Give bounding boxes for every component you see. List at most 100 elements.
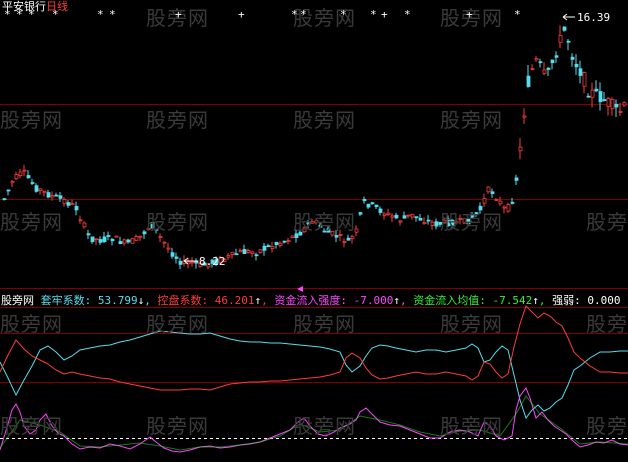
- trend-up-icon: ↑: [532, 294, 539, 307]
- candle-body: [350, 236, 355, 239]
- chart-title: 平安银行日线: [2, 0, 68, 13]
- candle-body: [94, 238, 99, 241]
- candle-body: [382, 213, 387, 216]
- strength-value: 0.000: [587, 294, 621, 307]
- candle-body: [542, 69, 547, 74]
- candle-body: [86, 233, 91, 236]
- watermark: 股旁网: [0, 108, 63, 132]
- watermark: 股旁网: [0, 414, 63, 438]
- fund-inflow-intensity-label: 资金流入强度:: [274, 294, 347, 307]
- high-price-label: 16.39: [577, 11, 610, 24]
- candle-body: [518, 146, 523, 152]
- watermark: 股旁网: [440, 414, 503, 438]
- signal-star-icon: *: [404, 8, 411, 21]
- candle-body: [614, 103, 619, 108]
- candle-body: [334, 235, 339, 238]
- signal-plus-icon: +: [238, 8, 245, 21]
- watermark: 股旁网: [293, 210, 356, 234]
- candle-body: [66, 202, 71, 206]
- fund-inflow-mean-value: -7.542: [492, 294, 533, 307]
- candle-body: [254, 254, 259, 257]
- watermark: 股旁网: [293, 414, 356, 438]
- candle-body: [366, 203, 371, 208]
- fund-inflow-intensity-value: -7.000: [353, 294, 394, 307]
- candle-body: [378, 208, 383, 213]
- candle-body: [178, 260, 183, 265]
- watermark: 股旁网: [440, 210, 503, 234]
- candle-body: [70, 203, 75, 206]
- period-label[interactable]: 日线: [46, 0, 68, 13]
- candle-body: [134, 236, 139, 241]
- candle-body: [594, 88, 599, 92]
- candle-body: [6, 189, 11, 192]
- candle-body: [226, 255, 231, 258]
- signal-plus-icon: +: [466, 8, 473, 21]
- signal-star-icon: *: [340, 8, 347, 21]
- candle-body: [190, 261, 195, 264]
- candle-body: [490, 191, 495, 195]
- candle-body: [370, 202, 375, 205]
- candle-body: [510, 201, 515, 204]
- candle-body: [158, 236, 163, 238]
- candle-body: [82, 222, 87, 228]
- watermark: 股旁网: [440, 312, 503, 336]
- candle-body: [270, 245, 275, 249]
- candle-body: [74, 205, 79, 211]
- trapped-coefficient-value: 53.799: [97, 294, 138, 307]
- candle-body: [506, 204, 511, 212]
- candle-body: [586, 95, 591, 98]
- candle-body: [258, 249, 263, 253]
- watermark: 股旁网: [586, 312, 628, 336]
- candle-body: [558, 35, 563, 43]
- candle-body: [578, 68, 583, 76]
- watermark: 股旁网: [440, 108, 503, 132]
- candle-body: [494, 199, 499, 201]
- watermark: 股旁网: [0, 210, 63, 234]
- cursor-triangle-icon[interactable]: [297, 286, 303, 292]
- candle-body: [246, 250, 251, 253]
- candle-body: [162, 241, 167, 244]
- candle-body: [166, 247, 171, 250]
- indicator-name[interactable]: 股旁网: [1, 294, 34, 307]
- indicator-header: 股旁网 套牢系数: 53.799↓, 控盘系数: 46.201↑, 资金流入强度…: [1, 294, 621, 307]
- candle-body: [102, 236, 107, 242]
- candle-body: [394, 214, 399, 219]
- high-price-marker: 16.39: [562, 11, 610, 24]
- candle-body: [622, 102, 627, 106]
- candle-body: [54, 194, 59, 197]
- candle-body: [618, 111, 623, 113]
- candle-body: [410, 213, 415, 218]
- candle-body: [118, 241, 123, 244]
- trend-up-icon: ↑: [393, 294, 400, 307]
- stock-name[interactable]: 平安银行: [2, 0, 46, 13]
- watermark: 股旁网: [293, 108, 356, 132]
- candle-body: [230, 251, 235, 255]
- candle-body: [50, 195, 55, 198]
- candle-body: [362, 198, 367, 202]
- watermark: 股旁网: [146, 312, 209, 336]
- candle-body: [514, 177, 519, 181]
- candle-body: [278, 242, 283, 247]
- candle-body: [374, 204, 379, 208]
- candle-body: [530, 68, 535, 70]
- candle-body: [502, 206, 507, 209]
- candle-body: [522, 115, 527, 118]
- candle-body: [238, 250, 243, 253]
- candle-body: [14, 174, 19, 180]
- candle-body: [582, 72, 587, 87]
- candle-body: [414, 216, 419, 219]
- trapped-coefficient-line: [0, 330, 628, 420]
- candle-body: [62, 198, 67, 205]
- low-price-label: 8.22: [199, 255, 226, 268]
- candle-body: [562, 26, 567, 31]
- candle-body: [426, 219, 431, 222]
- signal-star-icon: *: [514, 8, 521, 21]
- watermark: 股旁网: [293, 312, 356, 336]
- candle-body: [554, 55, 559, 58]
- candle-body: [46, 192, 51, 198]
- trapped-coefficient-label: 套牢系数:: [40, 294, 92, 307]
- candle-body: [598, 91, 603, 103]
- candle-body: [590, 89, 595, 98]
- signal-plus-icon: +: [175, 8, 182, 21]
- candle-body: [486, 186, 491, 193]
